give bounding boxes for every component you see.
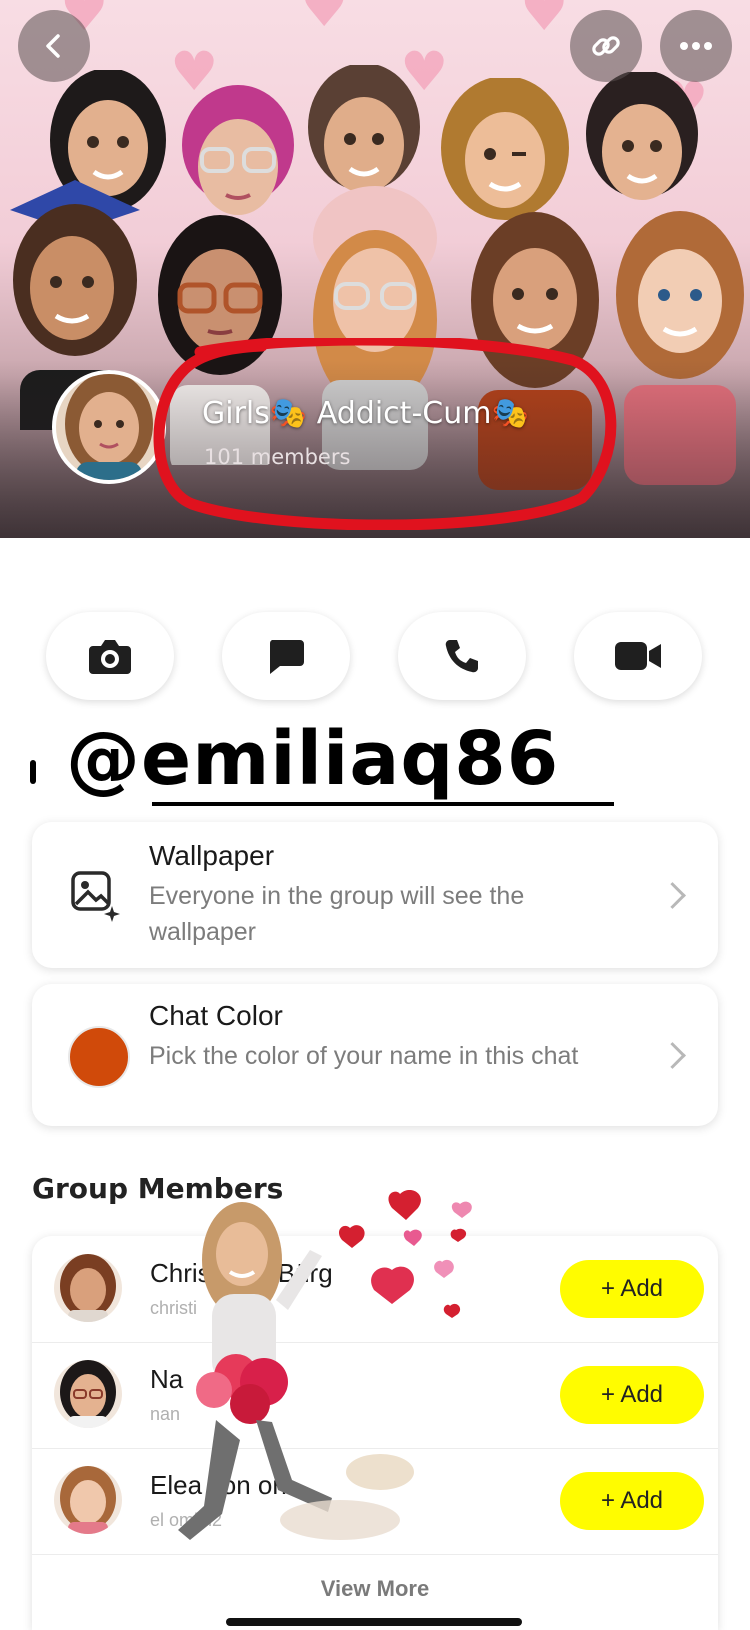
text-mark: [30, 760, 36, 784]
home-indicator: [226, 1618, 522, 1626]
camera-icon: [89, 640, 131, 674]
avatar: [54, 1360, 122, 1428]
heart-icon: [451, 1201, 472, 1218]
heart-decoration: ♥: [520, 0, 569, 43]
chat-icon: [269, 640, 304, 674]
member-name: Na: [150, 1364, 184, 1394]
call-button[interactable]: [398, 612, 526, 700]
username-overlay: @emiliaq86: [66, 716, 560, 802]
member-name: Elea Ton on: [150, 1470, 287, 1500]
wallpaper-title: Wallpaper: [149, 840, 275, 871]
avatar: [54, 1254, 122, 1322]
username-underline: [152, 802, 614, 806]
chat-color-swatch: [68, 1026, 130, 1088]
chat-color-description: Pick the color of your name in this chat: [149, 1042, 579, 1070]
member-username: el omlin2: [150, 1510, 223, 1530]
members-list: Christin🍔 Bürg christi + Add Na nan + Ad…: [32, 1236, 718, 1630]
member-row[interactable]: Elea Ton on el omlin2 + Add: [32, 1448, 718, 1555]
bitmoji-avatar: [65, 374, 153, 480]
member-row[interactable]: Christin🍔 Bürg christi + Add: [32, 1236, 718, 1343]
add-friend-button[interactable]: + Add: [560, 1472, 704, 1530]
group-banner: ♥ ♥ ♥ ♥ ♥ ♥: [0, 0, 750, 538]
heart-icon: [388, 1190, 421, 1220]
add-friend-button[interactable]: + Add: [560, 1260, 704, 1318]
link-icon: [592, 36, 620, 56]
chevron-right-icon: [659, 1042, 686, 1069]
camera-button[interactable]: [46, 612, 174, 700]
video-call-button[interactable]: [574, 612, 702, 700]
share-link-button[interactable]: [570, 10, 642, 82]
more-options-button[interactable]: [660, 10, 732, 82]
member-username: christi: [150, 1298, 198, 1318]
chat-button[interactable]: [222, 612, 350, 700]
group-members-heading: Group Members: [32, 1172, 284, 1205]
chat-color-setting[interactable]: Chat Color Pick the color of your name i…: [32, 984, 718, 1126]
wallpaper-description: Everyone in the group will see the wallp…: [149, 882, 525, 946]
ellipsis-icon: [680, 42, 712, 50]
wallpaper-setting[interactable]: Wallpaper Everyone in the group will see…: [32, 822, 718, 968]
avatar: [54, 1466, 122, 1534]
member-name: Christin🍔 Bürg: [150, 1258, 333, 1288]
view-more-link[interactable]: View More: [32, 1576, 718, 1602]
phone-icon: [445, 640, 478, 673]
heart-decoration: ♥: [300, 0, 349, 39]
add-friend-button[interactable]: + Add: [560, 1366, 704, 1424]
chevron-left-icon: [46, 34, 60, 58]
back-button[interactable]: [18, 10, 90, 82]
red-annotation-ellipse: [153, 338, 617, 530]
chat-color-title: Chat Color: [149, 1000, 283, 1031]
wallpaper-icon: [71, 871, 120, 922]
member-username: nan: [150, 1404, 181, 1424]
chevron-right-icon: [659, 882, 686, 909]
group-avatar[interactable]: [52, 370, 166, 484]
video-icon: [615, 642, 661, 670]
member-row[interactable]: Na nan + Add: [32, 1342, 718, 1449]
